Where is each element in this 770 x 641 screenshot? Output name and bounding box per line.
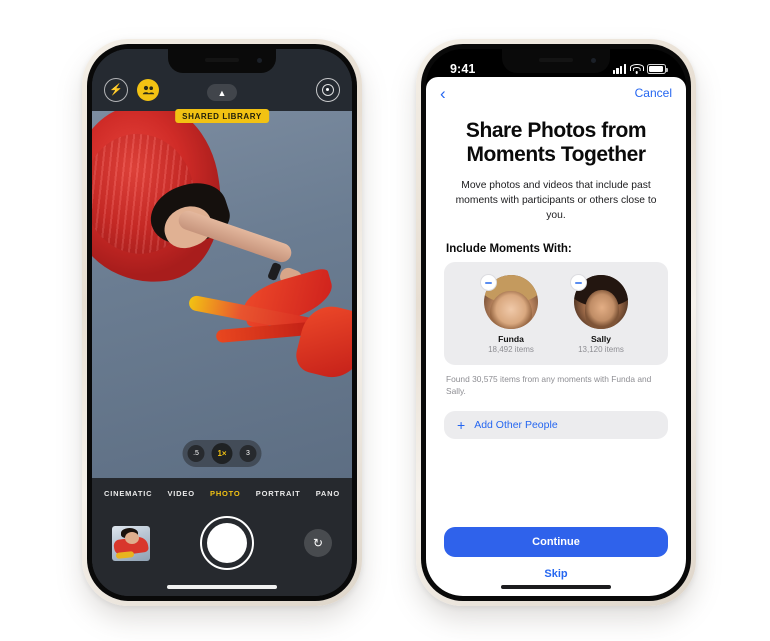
- continue-button[interactable]: Continue: [444, 527, 668, 557]
- zoom-option-2[interactable]: 3: [239, 445, 257, 462]
- mode-photo[interactable]: PHOTO: [210, 489, 241, 498]
- camera-bottom-bar: CINEMATIC VIDEO PHOTO PORTRAIT PANO ↻: [92, 478, 352, 596]
- wifi-icon: [629, 64, 644, 74]
- skip-button[interactable]: Skip: [444, 568, 668, 580]
- found-items-note: Found 30,575 items from any moments with…: [446, 374, 652, 397]
- thumbnail-yellow-shape: [115, 550, 135, 559]
- left-phone-notch: [168, 49, 276, 73]
- shutter-button[interactable]: [200, 516, 254, 570]
- left-phone-device: ⚡ ▲ SHARED LIBRARY .5 1× 3 CINEMATIC VID…: [82, 39, 362, 606]
- left-home-indicator[interactable]: [167, 585, 277, 589]
- page-title: Share Photos from Moments Together: [465, 119, 647, 167]
- modal-sheet: ‹ Cancel Share Photos from Moments Toget…: [426, 77, 686, 596]
- cellular-signal-icon: [612, 64, 626, 74]
- thumbnail-face-shape: [125, 531, 139, 544]
- add-other-people-button[interactable]: + Add Other People: [444, 411, 668, 440]
- person-sally[interactable]: Sally 13,120 items: [567, 274, 635, 355]
- status-time: 9:41: [450, 62, 476, 76]
- zoom-option-0[interactable]: .5: [187, 445, 205, 462]
- cancel-button[interactable]: Cancel: [635, 86, 672, 100]
- two-people-icon[interactable]: [137, 79, 159, 101]
- plus-icon: +: [457, 417, 466, 434]
- right-home-indicator[interactable]: [501, 585, 611, 589]
- person-name: Funda: [498, 334, 524, 345]
- left-phone-bezel: ⚡ ▲ SHARED LIBRARY .5 1× 3 CINEMATIC VID…: [87, 44, 357, 601]
- battery-icon: [647, 64, 668, 74]
- mode-pano[interactable]: PANO: [316, 489, 340, 498]
- back-chevron-icon[interactable]: ‹: [440, 85, 446, 102]
- earpiece-speaker: [539, 58, 573, 62]
- camera-flip-icon[interactable]: ↻: [304, 529, 332, 557]
- mode-portrait[interactable]: PORTRAIT: [256, 489, 301, 498]
- status-indicators: [612, 64, 668, 74]
- camera-viewfinder[interactable]: .5 1× 3: [92, 111, 352, 478]
- page-subtitle: Move photos and videos that include past…: [455, 179, 657, 221]
- camera-app: ⚡ ▲ SHARED LIBRARY .5 1× 3 CINEMATIC VID…: [92, 49, 352, 596]
- person-item-count: 18,492 items: [488, 345, 534, 355]
- live-photo-icon[interactable]: [316, 78, 340, 102]
- person-funda[interactable]: Funda 18,492 items: [477, 274, 545, 355]
- shared-library-setup-screen: 9:41 ‹ Cancel Share Photos from Moments …: [426, 49, 686, 596]
- camera-controls: ↻: [92, 512, 352, 574]
- right-phone-notch: [502, 49, 610, 73]
- earpiece-speaker: [205, 58, 239, 62]
- left-phone-screen: ⚡ ▲ SHARED LIBRARY .5 1× 3 CINEMATIC VID…: [92, 49, 352, 596]
- sheet-body: Share Photos from Moments Together Move …: [426, 107, 686, 527]
- shared-library-badge: SHARED LIBRARY: [175, 109, 269, 123]
- camera-mode-selector[interactable]: CINEMATIC VIDEO PHOTO PORTRAIT PANO: [92, 478, 352, 498]
- person-name: Sally: [590, 334, 612, 345]
- mode-video[interactable]: VIDEO: [168, 489, 195, 498]
- include-moments-label: Include Moments With:: [446, 243, 572, 256]
- right-phone-screen: 9:41 ‹ Cancel Share Photos from Moments …: [426, 49, 686, 596]
- person-item-count: 13,120 items: [578, 345, 624, 355]
- zoom-selector[interactable]: .5 1× 3: [182, 440, 262, 467]
- mode-cinematic[interactable]: CINEMATIC: [104, 489, 152, 498]
- people-card: Funda 18,492 items Sally 13,120 items: [444, 262, 668, 366]
- two-people-glyph: [142, 85, 154, 95]
- chevron-up-icon[interactable]: ▲: [207, 84, 237, 101]
- flash-bolt-icon[interactable]: ⚡: [104, 78, 128, 102]
- zoom-option-1[interactable]: 1×: [211, 443, 233, 464]
- add-other-people-label: Add Other People: [474, 419, 558, 432]
- right-phone-device: 9:41 ‹ Cancel Share Photos from Moments …: [416, 39, 696, 606]
- front-camera-dot: [591, 58, 596, 63]
- last-photo-thumbnail[interactable]: [112, 525, 150, 561]
- right-phone-bezel: 9:41 ‹ Cancel Share Photos from Moments …: [421, 44, 691, 601]
- front-camera-dot: [257, 58, 262, 63]
